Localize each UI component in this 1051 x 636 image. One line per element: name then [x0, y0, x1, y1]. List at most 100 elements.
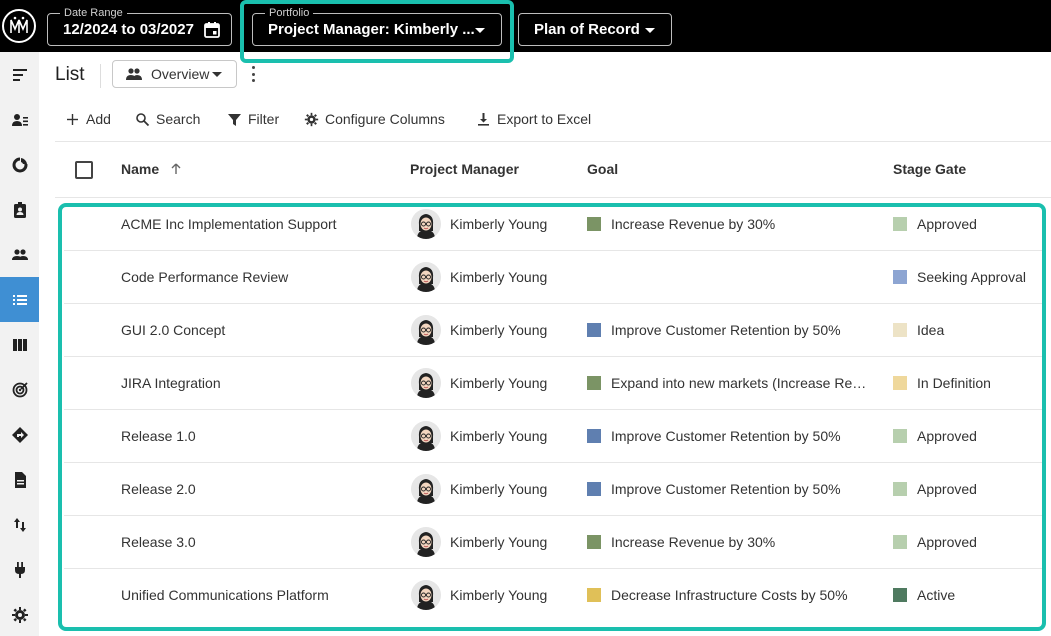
sidebar-item-dashboard[interactable] [0, 142, 39, 187]
logo-icon [10, 16, 28, 33]
goal-color-swatch [587, 535, 601, 549]
user-avatar-icon [411, 262, 441, 292]
cell-goal: Increase Revenue by 30% [611, 216, 776, 232]
sidebar-item-list[interactable] [0, 277, 39, 322]
chevron-down-icon [475, 28, 485, 33]
cell-project-name[interactable]: Release 3.0 [121, 534, 391, 550]
sidebar-item-assignments[interactable] [0, 187, 39, 232]
stage-color-swatch [893, 535, 907, 549]
list-icon [12, 294, 27, 305]
people-icon [11, 248, 28, 260]
more-options-icon[interactable] [250, 66, 256, 82]
table-row[interactable]: Release 2.0 Kimberly Young Improve Custo… [64, 463, 1044, 516]
sidebar-item-documents[interactable] [0, 457, 39, 502]
cell-project-name[interactable]: Code Performance Review [121, 269, 391, 285]
sidebar-item-menu[interactable] [0, 52, 39, 97]
column-header-goal[interactable]: Goal [587, 161, 618, 177]
avatar [411, 527, 441, 557]
add-button-label: Add [86, 111, 111, 127]
sidebar-item-roadmap[interactable] [0, 412, 39, 457]
user-avatar-icon [411, 209, 441, 239]
avatar [411, 262, 441, 292]
cell-stage-gate: Seeking Approval [917, 269, 1026, 285]
plan-value: Plan of Record [534, 21, 640, 38]
cell-project-name[interactable]: Release 1.0 [121, 428, 391, 444]
sidebar [0, 52, 39, 636]
user-avatar-icon [411, 580, 441, 610]
sidebar-item-board[interactable] [0, 322, 39, 367]
search-button[interactable]: Search [135, 109, 200, 129]
stage-color-swatch [893, 588, 907, 602]
table-row[interactable]: Unified Communications Platform Kimberly… [64, 569, 1044, 622]
portfolio-label: Portfolio [265, 6, 314, 20]
user-list-icon [11, 113, 28, 126]
portfolio-select[interactable]: Portfolio Project Manager: Kimberly ... [252, 6, 502, 46]
cell-project-name[interactable]: Release 2.0 [121, 481, 391, 497]
plan-select[interactable]: Plan of Record [518, 13, 672, 46]
filter-button[interactable]: Filter [227, 109, 279, 129]
sidebar-item-goals[interactable] [0, 367, 39, 412]
cell-project-name[interactable]: JIRA Integration [121, 375, 391, 391]
cell-project-manager: Kimberly Young [450, 587, 548, 603]
table-row[interactable]: Release 3.0 Kimberly Young Increase Reve… [64, 516, 1044, 569]
configure-columns-label: Configure Columns [325, 111, 445, 127]
stage-color-swatch [893, 429, 907, 443]
avatar [411, 474, 441, 504]
sort-ascending-icon[interactable] [171, 163, 181, 175]
app-logo[interactable] [2, 9, 36, 43]
user-avatar-icon [411, 474, 441, 504]
goal-color-swatch [587, 217, 601, 231]
cell-stage-gate: Active [917, 587, 956, 603]
people-icon [126, 68, 142, 80]
clipboard-user-icon [13, 201, 26, 218]
view-selector[interactable]: Overview [112, 60, 237, 88]
cell-stage-gate: Approved [917, 216, 977, 232]
export-excel-button[interactable]: Export to Excel [476, 109, 591, 129]
configure-columns-button[interactable]: Configure Columns [304, 109, 445, 129]
filter-icon [228, 113, 241, 126]
date-range-value: 12/2024 to 03/2027 [63, 21, 194, 38]
cell-project-manager: Kimberly Young [450, 216, 548, 232]
goal-color-swatch [587, 482, 601, 496]
cell-project-name[interactable]: ACME Inc Implementation Support [121, 216, 391, 232]
export-excel-label: Export to Excel [497, 111, 592, 127]
select-all-checkbox[interactable] [75, 161, 93, 179]
plus-icon [67, 113, 78, 125]
sidebar-item-people[interactable] [0, 232, 39, 277]
column-header-name[interactable]: Name [121, 161, 181, 177]
table-row[interactable]: JIRA Integration Kimberly Young Expand i… [64, 357, 1044, 410]
document-icon [14, 471, 26, 488]
table-row[interactable]: Code Performance Review Kimberly Young S… [64, 251, 1044, 304]
sidebar-item-resources[interactable] [0, 97, 39, 142]
sidebar-item-transfer[interactable] [0, 502, 39, 547]
table-row[interactable]: ACME Inc Implementation Support Kimberly… [64, 198, 1044, 251]
cell-goal: Improve Customer Retention by 50% [611, 428, 841, 444]
cell-goal: Improve Customer Retention by 50% [611, 481, 841, 497]
column-header-project-manager[interactable]: Project Manager [410, 161, 519, 177]
add-button[interactable]: Add [65, 109, 111, 129]
sidebar-item-settings[interactable] [0, 592, 39, 636]
donut-chart-icon [12, 156, 28, 172]
calendar-icon[interactable] [203, 21, 221, 39]
table-row[interactable]: Release 1.0 Kimberly Young Improve Custo… [64, 410, 1044, 463]
sidebar-item-integrations[interactable] [0, 547, 39, 592]
goal-color-swatch [587, 429, 601, 443]
goal-color-swatch [587, 588, 601, 602]
page-title: List [55, 64, 85, 85]
date-range-field[interactable]: Date Range 12/2024 to 03/2027 [47, 6, 232, 46]
column-header-stage-gate[interactable]: Stage Gate [893, 161, 966, 177]
table-row[interactable]: GUI 2.0 Concept Kimberly Young Improve C… [64, 304, 1044, 357]
user-avatar-icon [411, 421, 441, 451]
cell-project-name[interactable]: Unified Communications Platform [121, 587, 391, 603]
cell-stage-gate: Approved [917, 481, 977, 497]
gear-icon [304, 112, 319, 126]
view-selector-label: Overview [151, 66, 210, 82]
avatar [411, 421, 441, 451]
cell-project-name[interactable]: GUI 2.0 Concept [121, 322, 391, 338]
cell-goal: Improve Customer Retention by 50% [611, 322, 841, 338]
filter-button-label: Filter [248, 111, 280, 127]
board-columns-icon [12, 338, 27, 351]
search-icon [136, 112, 150, 126]
target-icon [12, 381, 28, 397]
cell-stage-gate: In Definition [917, 375, 991, 391]
